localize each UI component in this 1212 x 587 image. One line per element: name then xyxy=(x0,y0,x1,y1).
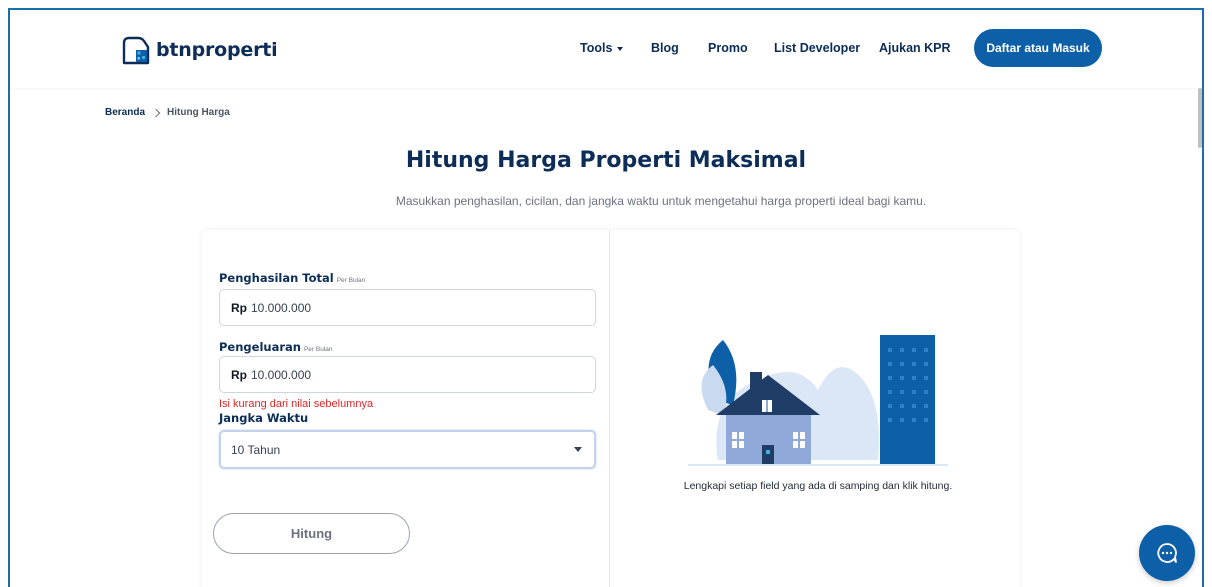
dropdown-caret-icon xyxy=(574,447,582,452)
logo-house-icon xyxy=(122,36,150,65)
breadcrumb: Beranda Hitung Harga xyxy=(105,107,230,118)
calculator-form: Penghasilan Total Per Bulan Rp 10.000.000… xyxy=(202,230,610,587)
term-select[interactable]: 10 Tahun xyxy=(219,430,596,469)
nav-tools[interactable]: Tools xyxy=(580,41,624,55)
nav-promo[interactable]: Promo xyxy=(708,41,748,55)
browser-frame: btnproperti Tools Blog Promo List Develo… xyxy=(8,8,1204,587)
expense-label: Pengeluaran Per Bulan xyxy=(219,340,333,354)
expense-label-text: Pengeluaran xyxy=(219,340,301,354)
expense-sublabel: Per Bulan xyxy=(303,346,333,353)
income-label-text: Penghasilan Total xyxy=(219,271,334,285)
nav-list-developer[interactable]: List Developer xyxy=(774,41,860,55)
result-panel: Lengkapi setiap field yang ada di sampin… xyxy=(610,230,1020,587)
chevron-right-icon xyxy=(151,108,161,117)
expense-input[interactable]: Rp 10.000.000 xyxy=(219,356,596,393)
chat-bubble-icon xyxy=(1157,543,1177,563)
nav-tools-label: Tools xyxy=(580,41,613,55)
house-illustration-icon xyxy=(688,335,948,466)
result-hint: Lengkapi setiap field yang ada di sampin… xyxy=(683,480,953,492)
register-login-button[interactable]: Daftar atau Masuk xyxy=(974,29,1102,67)
page-title: Hitung Harga Properti Maksimal xyxy=(405,148,807,173)
nav-blog[interactable]: Blog xyxy=(651,41,679,55)
logo-text: btnproperti xyxy=(156,39,278,61)
chevron-down-icon xyxy=(617,46,624,51)
nav-ajukan-kpr[interactable]: Ajukan KPR xyxy=(879,41,951,55)
breadcrumb-home-link[interactable]: Beranda xyxy=(105,107,145,118)
income-currency: Rp xyxy=(231,300,247,315)
term-selected-value: 10 Tahun xyxy=(231,442,281,457)
site-header: btnproperti Tools Blog Promo List Develo… xyxy=(10,10,1202,88)
calculator-card: Penghasilan Total Per Bulan Rp 10.000.000… xyxy=(202,230,1020,587)
expense-currency: Rp xyxy=(231,367,247,382)
income-input[interactable]: Rp 10.000.000 xyxy=(219,289,596,326)
expense-error-message: Isi kurang dari nilai sebelumnya xyxy=(219,398,374,410)
scrollbar[interactable] xyxy=(1198,88,1202,148)
expense-value: 10.000.000 xyxy=(251,367,312,382)
income-label: Penghasilan Total Per Bulan xyxy=(219,271,365,285)
breadcrumb-current: Hitung Harga xyxy=(167,107,230,118)
term-label: Jangka Waktu xyxy=(219,411,309,425)
income-sublabel: Per Bulan xyxy=(336,277,366,284)
chat-button[interactable] xyxy=(1139,525,1195,581)
page-subtitle: Masukkan penghasilan, cicilan, dan jangk… xyxy=(395,194,927,208)
income-value: 10.000.000 xyxy=(251,300,312,315)
logo[interactable]: btnproperti xyxy=(122,32,278,68)
calculate-button[interactable]: Hitung xyxy=(213,513,410,554)
